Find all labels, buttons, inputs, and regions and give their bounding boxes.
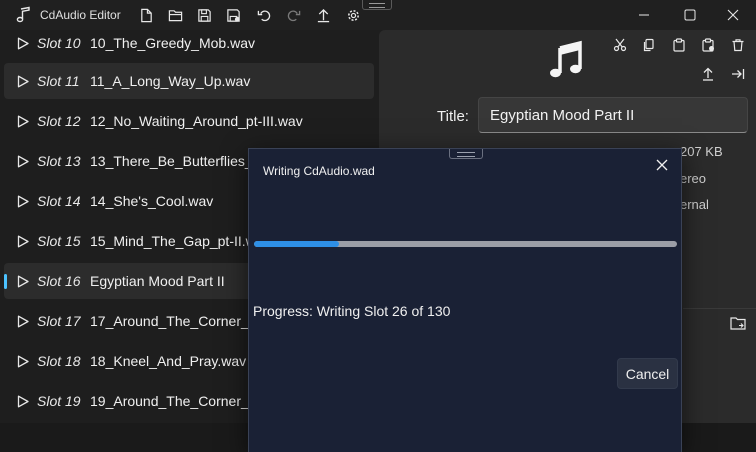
paste-icon[interactable] — [670, 36, 688, 54]
close-icon — [656, 159, 668, 171]
slot-label: Slot 19 — [37, 393, 81, 409]
play-icon[interactable] — [17, 395, 29, 408]
open-folder-icon[interactable] — [166, 6, 184, 24]
progress-dialog: Writing CdAudio.wad Progress: Writing Sl… — [248, 148, 682, 452]
app-title: CdAudio Editor — [40, 8, 121, 22]
play-icon[interactable] — [17, 75, 29, 88]
go-to-end-icon[interactable] — [729, 65, 747, 83]
maximize-button[interactable] — [667, 0, 713, 30]
progress-bar-fill — [254, 241, 339, 247]
slot-label: Slot 14 — [37, 193, 81, 209]
slot-label: Slot 12 — [37, 113, 81, 129]
close-window-button[interactable] — [710, 0, 756, 30]
file-name: 19_Around_The_Corner_pt- — [90, 393, 266, 409]
channels-value: ereo — [680, 171, 707, 186]
file-name: 14_She's_Cool.wav — [90, 193, 214, 209]
dialog-close-button[interactable] — [651, 154, 673, 176]
export-track-icon[interactable] — [699, 65, 717, 83]
music-note-icon — [16, 6, 30, 23]
selection-indicator — [4, 274, 7, 289]
file-name: 11_A_Long_Way_Up.wav — [90, 73, 251, 89]
play-icon[interactable] — [17, 115, 29, 128]
slot-label: Slot 10 — [37, 35, 81, 51]
delete-icon[interactable] — [729, 36, 747, 54]
play-icon[interactable] — [17, 275, 29, 288]
file-name: 12_No_Waiting_Around_pt-III.wav — [90, 113, 303, 129]
slot-label: Slot 15 — [37, 233, 81, 249]
progress-bar — [254, 241, 677, 247]
file-name: 17_Around_The_Corner_pt- — [90, 313, 266, 329]
file-size-value: 207 KB — [680, 144, 723, 159]
copy-icon[interactable] — [640, 36, 658, 54]
slot-label: Slot 16 — [37, 273, 81, 289]
save-icon[interactable] — [195, 6, 213, 24]
file-name: 13_There_Be_Butterflies_He — [90, 153, 271, 169]
file-name: 10_The_Greedy_Mob.wav — [90, 35, 255, 51]
dialog-drag-grip[interactable] — [449, 149, 483, 159]
new-file-icon[interactable] — [137, 6, 155, 24]
music-notes-icon — [550, 40, 582, 78]
title-input[interactable] — [478, 97, 748, 133]
title-label: Title: — [437, 108, 469, 125]
paste-special-icon[interactable] — [699, 36, 717, 54]
progress-text: Progress: Writing Slot 26 of 130 — [253, 303, 451, 319]
play-icon[interactable] — [17, 315, 29, 328]
slot-label: Slot 17 — [37, 313, 81, 329]
minimize-button[interactable] — [621, 0, 667, 30]
export-icon[interactable] — [314, 6, 332, 24]
file-name: 18_Kneel_And_Pray.wav — [90, 353, 247, 369]
undo-icon[interactable] — [255, 6, 273, 24]
window-drag-grip[interactable] — [362, 0, 392, 10]
file-name: 15_Mind_The_Gap_pt-II.wav — [90, 233, 271, 249]
slot-label: Slot 18 — [37, 353, 81, 369]
play-icon[interactable] — [17, 37, 29, 50]
list-item[interactable]: Slot 12 12_No_Waiting_Around_pt-III.wav — [4, 103, 374, 139]
play-icon[interactable] — [17, 195, 29, 208]
list-item[interactable]: Slot 11 11_A_Long_Way_Up.wav — [4, 63, 374, 99]
list-item[interactable]: Slot 10 10_The_Greedy_Mob.wav — [4, 25, 374, 61]
source-value: ernal — [680, 197, 709, 212]
open-folder-icon[interactable] — [730, 316, 746, 330]
file-name: Egyptian Mood Part II — [90, 273, 225, 289]
cancel-button[interactable]: Cancel — [617, 358, 678, 389]
save-as-icon[interactable] — [224, 6, 242, 24]
play-icon[interactable] — [17, 235, 29, 248]
slot-label: Slot 11 — [37, 73, 80, 89]
play-icon[interactable] — [17, 155, 29, 168]
slot-label: Slot 13 — [37, 153, 81, 169]
cut-icon[interactable] — [611, 36, 629, 54]
redo-icon — [284, 6, 302, 24]
play-icon[interactable] — [17, 355, 29, 368]
settings-gear-icon[interactable] — [344, 6, 362, 24]
dialog-title: Writing CdAudio.wad — [263, 164, 375, 178]
